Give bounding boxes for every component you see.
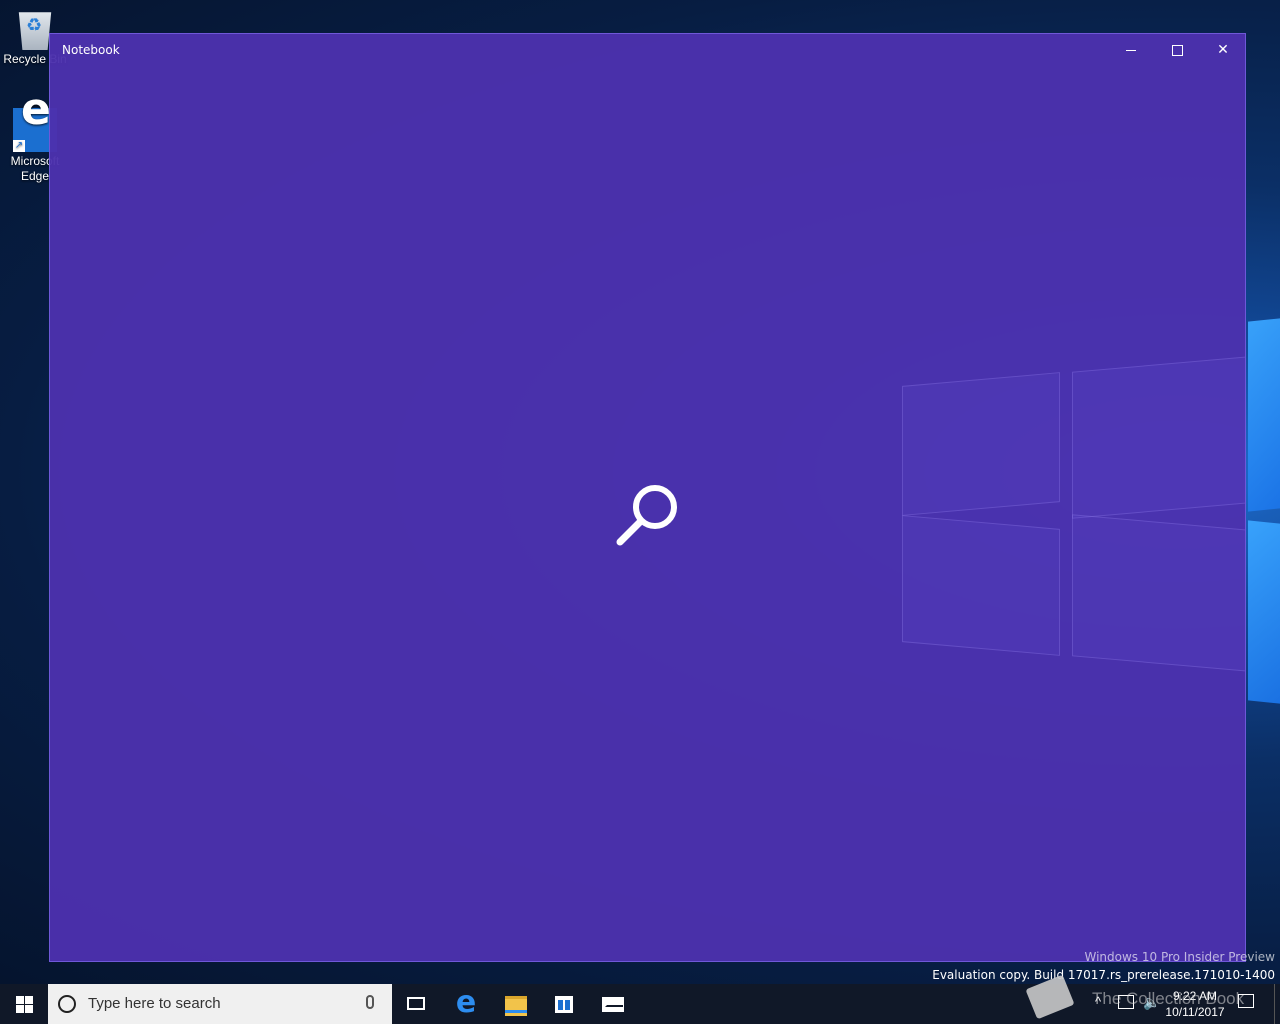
start-button[interactable] bbox=[0, 984, 48, 1024]
watermark-build: Evaluation copy. Build 17017.rs_prerelea… bbox=[932, 968, 1275, 982]
clock[interactable]: 9:22 AM 10/11/2017 bbox=[1160, 988, 1230, 1020]
network-icon[interactable] bbox=[1118, 995, 1134, 1009]
shortcut-arrow-icon: ↗ bbox=[13, 140, 25, 152]
wallpaper-reflection bbox=[1072, 514, 1245, 672]
wallpaper-reflection bbox=[902, 372, 1060, 516]
close-icon: ✕ bbox=[1217, 42, 1229, 58]
minimize-icon bbox=[1126, 49, 1136, 51]
show-desktop-button[interactable] bbox=[1274, 984, 1280, 1024]
wallpaper-pane bbox=[1248, 520, 1280, 704]
wallpaper-reflection bbox=[902, 515, 1060, 656]
windows-logo-icon bbox=[16, 996, 24, 1004]
title-bar[interactable]: Notebook ✕ bbox=[50, 34, 1245, 66]
search-box[interactable]: Type here to search bbox=[48, 984, 392, 1024]
wallpaper-pane bbox=[1248, 318, 1280, 512]
cortana-icon bbox=[58, 995, 76, 1013]
notebook-window: Notebook ✕ bbox=[49, 33, 1246, 962]
mail-button[interactable] bbox=[589, 984, 637, 1024]
search-placeholder: Type here to search bbox=[88, 995, 221, 1012]
maximize-button[interactable] bbox=[1154, 34, 1200, 66]
action-center-icon[interactable] bbox=[1238, 994, 1254, 1008]
recycle-bin-icon bbox=[18, 12, 52, 50]
watermark-edition: Windows 10 Pro Insider Preview bbox=[1084, 950, 1275, 964]
file-explorer-button[interactable] bbox=[491, 984, 539, 1024]
window-title: Notebook bbox=[62, 43, 120, 57]
task-view-button[interactable] bbox=[392, 984, 440, 1024]
close-button[interactable]: ✕ bbox=[1200, 34, 1245, 66]
taskbar-edge-button[interactable]: e bbox=[442, 984, 490, 1024]
wallpaper-reflection bbox=[1072, 356, 1245, 519]
taskbar: Type here to search e ^ 🔈 9:22 AM 10/11/… bbox=[0, 984, 1280, 1024]
windows-logo-icon bbox=[16, 1005, 24, 1013]
store-button[interactable] bbox=[540, 984, 588, 1024]
clock-date: 10/11/2017 bbox=[1165, 1005, 1225, 1019]
search-icon bbox=[616, 485, 677, 546]
windows-logo-icon bbox=[25, 996, 33, 1004]
volume-icon[interactable]: 🔈 bbox=[1143, 994, 1160, 1011]
minimize-button[interactable] bbox=[1108, 34, 1154, 66]
clock-time: 9:22 AM bbox=[1172, 989, 1218, 1003]
microphone-icon[interactable] bbox=[366, 995, 374, 1009]
maximize-icon bbox=[1171, 44, 1183, 56]
windows-logo-icon bbox=[25, 1005, 33, 1013]
chevron-up-icon[interactable]: ^ bbox=[1095, 994, 1101, 1009]
